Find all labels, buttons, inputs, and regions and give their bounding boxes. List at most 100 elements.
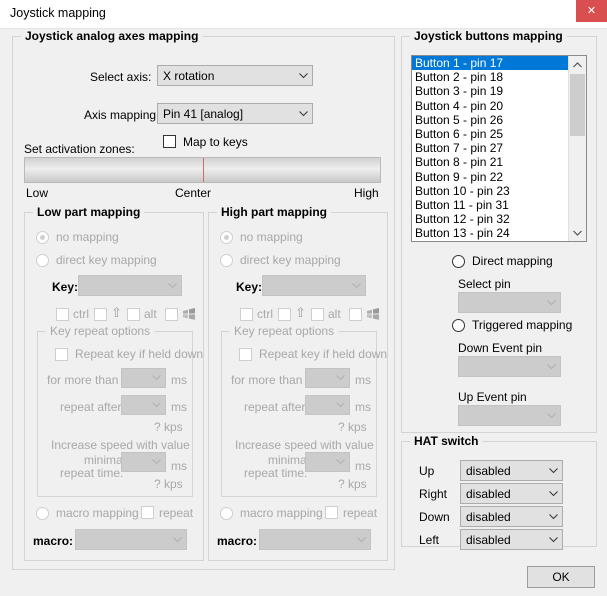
direct-mapping-radio[interactable] bbox=[452, 255, 465, 268]
list-item[interactable]: Button 14 - pin 5 bbox=[412, 240, 569, 241]
shift-arrow-icon: ⇧ bbox=[295, 305, 306, 320]
windows-flag-icon bbox=[183, 308, 195, 320]
low-repeat-legend: Key repeat options bbox=[46, 324, 155, 338]
list-item[interactable]: Button 12 - pin 32 bbox=[412, 212, 569, 226]
select-pin-dropdown bbox=[458, 292, 561, 313]
axis-mapping-dropdown[interactable]: Pin 41 [analog] bbox=[157, 103, 313, 124]
low-macro-repeat-checkbox bbox=[141, 506, 154, 519]
low-ms-label-3: ms bbox=[171, 459, 187, 473]
joystick-buttons-group: Joystick buttons mapping Button 1 - pin … bbox=[401, 29, 597, 433]
hat-up-dropdown[interactable]: disabled bbox=[460, 460, 563, 481]
low-repeat-after-dropdown bbox=[121, 395, 166, 415]
high-part-legend: High part mapping bbox=[217, 205, 331, 219]
high-macro-dropdown bbox=[259, 529, 371, 550]
hat-down-label: Down bbox=[419, 510, 450, 524]
low-alt-checkbox bbox=[127, 308, 140, 321]
low-macro-repeat-label: repeat bbox=[159, 506, 194, 520]
high-ctrl-label: ctrl bbox=[257, 307, 273, 321]
high-shift-checkbox bbox=[278, 308, 291, 321]
chevron-down-icon bbox=[295, 72, 312, 79]
high-repeat-time-label: repeat time: bbox=[244, 466, 308, 480]
low-key-repeat-options-group: Key repeat options Repeat key if held do… bbox=[37, 324, 203, 497]
chevron-down-icon bbox=[332, 459, 349, 465]
up-event-pin-dropdown bbox=[458, 405, 561, 426]
windows-flag-icon bbox=[367, 308, 379, 320]
low-part-mapping-group: Low part mapping no mapping direct key m… bbox=[24, 205, 204, 561]
list-item[interactable]: Button 4 - pin 20 bbox=[412, 99, 569, 113]
map-to-keys-checkbox[interactable] bbox=[163, 135, 176, 148]
list-item[interactable]: Button 7 - pin 27 bbox=[412, 141, 569, 155]
hat-left-label: Left bbox=[419, 533, 440, 547]
window-title: Joystick mapping bbox=[10, 6, 106, 20]
chevron-down-icon bbox=[353, 536, 370, 543]
close-icon[interactable]: ✕ bbox=[576, 0, 607, 22]
list-item[interactable]: Button 2 - pin 18 bbox=[412, 70, 569, 84]
chevron-down-icon bbox=[543, 363, 560, 370]
joystick-buttons-list[interactable]: Button 1 - pin 17 Button 2 - pin 18 Button… bbox=[411, 55, 587, 242]
list-item[interactable]: Button 3 - pin 19 bbox=[412, 84, 569, 98]
list-item[interactable]: Button 10 - pin 23 bbox=[412, 184, 569, 198]
scrollbar-thumb[interactable] bbox=[570, 74, 585, 136]
low-repeat-time-dropdown bbox=[121, 452, 166, 472]
list-item[interactable]: Button 8 - pin 21 bbox=[412, 155, 569, 169]
zone-high-label: High bbox=[354, 186, 379, 200]
joystick-analog-axes-group: Joystick analog axes mapping Select axis… bbox=[12, 29, 395, 570]
high-key-dropdown bbox=[262, 275, 366, 296]
title-bar: Joystick mapping ✕ bbox=[0, 0, 607, 29]
low-shift-checkbox bbox=[94, 308, 107, 321]
low-ms-label-2: ms bbox=[171, 400, 187, 414]
hat-down-value: disabled bbox=[466, 509, 511, 524]
list-item[interactable]: Button 6 - pin 25 bbox=[412, 127, 569, 141]
select-pin-label: Select pin bbox=[458, 277, 511, 291]
chevron-down-icon bbox=[543, 299, 560, 306]
chevron-down-icon bbox=[543, 412, 560, 419]
hat-switch-group: HAT switch Up disabled Right disabled Down di… bbox=[401, 434, 597, 550]
high-repeat-after-dropdown bbox=[305, 395, 350, 415]
low-ctrl-checkbox bbox=[56, 308, 69, 321]
high-increase-speed-label: Increase speed with value bbox=[235, 438, 374, 452]
list-item[interactable]: Button 11 - pin 31 bbox=[412, 198, 569, 212]
button-list-items: Button 1 - pin 17 Button 2 - pin 18 Button… bbox=[412, 56, 569, 241]
low-macro-mapping-radio bbox=[36, 507, 49, 520]
hat-right-dropdown[interactable]: disabled bbox=[460, 483, 563, 504]
ok-button[interactable]: OK bbox=[527, 566, 595, 588]
chevron-down-icon bbox=[545, 490, 562, 497]
high-macro-mapping-radio bbox=[220, 507, 233, 520]
list-item[interactable]: Button 1 - pin 17 bbox=[412, 56, 569, 71]
triggered-mapping-radio[interactable] bbox=[452, 319, 465, 332]
high-part-mapping-group: High part mapping no mapping direct key … bbox=[208, 205, 388, 561]
low-kps-label-1: ? kps bbox=[154, 420, 183, 434]
list-item[interactable]: Button 13 - pin 24 bbox=[412, 226, 569, 240]
list-item[interactable]: Button 9 - pin 22 bbox=[412, 170, 569, 184]
chevron-down-icon bbox=[545, 467, 562, 474]
low-alt-label: alt bbox=[144, 307, 157, 321]
chevron-down-icon bbox=[164, 282, 181, 289]
hat-right-value: disabled bbox=[466, 486, 511, 501]
scroll-up-icon[interactable] bbox=[569, 56, 586, 73]
list-item[interactable]: Button 5 - pin 26 bbox=[412, 113, 569, 127]
high-win-checkbox bbox=[349, 308, 362, 321]
low-win-checkbox bbox=[165, 308, 178, 321]
low-increase-speed-label: Increase speed with value bbox=[51, 438, 190, 452]
scroll-down-icon[interactable] bbox=[569, 224, 586, 241]
low-key-dropdown bbox=[78, 275, 182, 296]
map-to-keys-label: Map to keys bbox=[183, 135, 248, 149]
hat-down-dropdown[interactable]: disabled bbox=[460, 506, 563, 527]
high-direct-key-mapping-label: direct key mapping bbox=[240, 253, 341, 267]
activation-zone-slider[interactable] bbox=[24, 157, 381, 183]
high-repeat-after-label: repeat after bbox=[244, 400, 306, 414]
high-key-label: Key: bbox=[236, 280, 263, 294]
select-axis-label: Select axis: bbox=[90, 70, 152, 84]
chevron-down-icon bbox=[332, 375, 349, 381]
low-direct-key-mapping-label: direct key mapping bbox=[56, 253, 157, 267]
list-scrollbar[interactable] bbox=[568, 56, 586, 241]
chevron-down-icon bbox=[348, 282, 365, 289]
hat-switch-legend: HAT switch bbox=[410, 434, 483, 448]
low-no-mapping-radio bbox=[36, 231, 49, 244]
axis-mapping-value: Pin 41 [analog] bbox=[163, 106, 244, 121]
low-macro-dropdown bbox=[75, 529, 187, 550]
low-part-legend: Low part mapping bbox=[33, 205, 145, 219]
select-axis-dropdown[interactable]: X rotation bbox=[157, 65, 313, 86]
chevron-down-icon bbox=[332, 402, 349, 408]
hat-left-dropdown[interactable]: disabled bbox=[460, 529, 563, 550]
